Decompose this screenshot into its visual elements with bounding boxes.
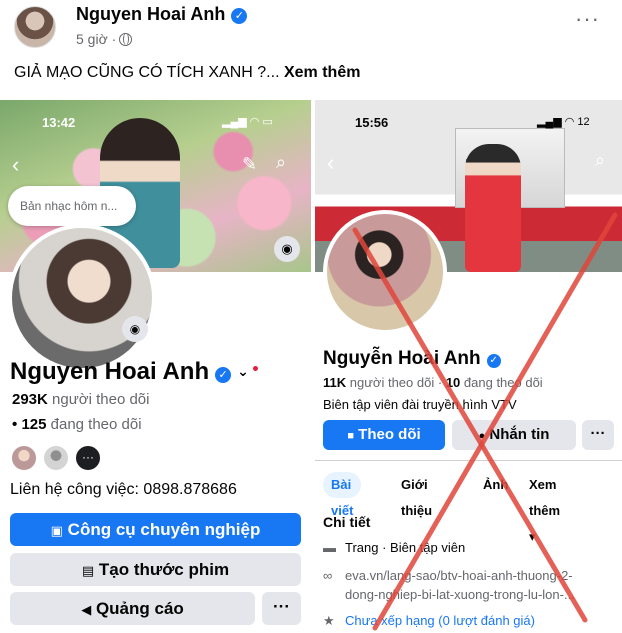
follow-button[interactable]: ■ Theo dõi: [323, 420, 445, 450]
professional-tools-button[interactable]: ▣ Công cụ chuyên nghiệp: [10, 513, 301, 546]
right-followers-label: người theo dõi: [349, 375, 435, 390]
right-following-count: 10: [445, 375, 461, 390]
ads-label: Quảng cáo: [95, 599, 184, 618]
left-avatar-camera-icon: ◉: [122, 316, 148, 342]
right-back-chevron-icon: ‹: [327, 150, 335, 175]
left-followers-label: người theo dõi: [52, 391, 150, 408]
more-friends-button[interactable]: ···: [74, 444, 102, 472]
left-more-button[interactable]: ···: [262, 592, 301, 625]
left-chevron-down-icon: ⌄: [237, 363, 249, 379]
left-back-chevron-icon: ‹: [12, 152, 20, 177]
megaphone-icon: ◀: [81, 602, 92, 617]
detail-link-continued[interactable]: dong-nghiep-bi-lat-xuong-trong-lu-lon-..…: [345, 587, 575, 602]
detail-link-text-2[interactable]: dong-nghiep-bi-lat-xuong-trong-lu-lon-..…: [345, 587, 575, 602]
right-profile-avatar: [323, 210, 447, 334]
messenger-icon: ●: [478, 430, 486, 442]
right-bio: Biên tập viên đài truyền hình VTV: [323, 397, 517, 412]
tab-photos[interactable]: Ảnh: [475, 472, 516, 498]
tab-posts[interactable]: Bài viết: [323, 472, 362, 518]
left-profile-name-text: Nguyen Hoai Anh: [10, 358, 210, 385]
right-following-prefix: ·: [437, 375, 443, 390]
detail-link-text-1[interactable]: eva.vn/lang-sao/btv-hoai-anh-thuong-2-: [345, 568, 573, 583]
left-following: • 125 đang theo dõi: [12, 416, 142, 433]
tab-see-more[interactable]: Xem thêm ▾: [521, 472, 568, 544]
left-followers-count: 293K: [12, 391, 48, 408]
star-icon: ★: [323, 613, 335, 628]
right-status-icons: ▂▄▆ ◠ 12: [537, 116, 590, 128]
right-profile-name: Nguyễn Hoài Anh ✓: [323, 348, 501, 370]
right-following-label: đang theo dõi: [463, 375, 543, 390]
left-followers: 293K người theo dõi: [12, 391, 149, 408]
left-status-time: 13:42: [42, 115, 76, 130]
right-verified-icon: ✓: [486, 354, 501, 368]
left-music-bubble: Bản nhạc hôm n...: [8, 186, 136, 226]
right-search-icon: ⌕: [595, 150, 606, 170]
verified-badge-icon: ✓: [231, 8, 248, 24]
right-cover-person: [465, 144, 521, 272]
left-profile-name: Nguyen Hoai Anh ✓ ⌄: [10, 358, 258, 386]
left-contact-line: Liên hệ công việc: 0898.878686: [10, 481, 237, 498]
author-avatar[interactable]: [14, 6, 56, 48]
professional-tools-label: Công cụ chuyên nghiệp: [67, 520, 261, 539]
create-reel-button[interactable]: ▤ Tạo thước phim: [10, 553, 301, 586]
right-profile-screenshot[interactable]: 15:56 ▂▄▆ ◠ 12 ‹ ⌕ Nguyễn Hoài Anh ✓ 11K …: [315, 100, 622, 633]
message-label: Nhắn tin: [489, 426, 550, 443]
follow-icon: ■: [347, 430, 354, 442]
ads-button[interactable]: ◀ Quảng cáo: [10, 592, 255, 625]
post-time: 5 giờ ·: [76, 31, 133, 47]
left-notification-dot: [252, 366, 258, 371]
detail-link[interactable]: ∞ eva.vn/lang-sao/btv-hoai-anh-thuong-2-: [323, 568, 573, 583]
left-status-icons: ▂▄▆ ◠ ▭: [222, 116, 273, 128]
details-title: Chi tiết: [323, 514, 371, 530]
author-name-text[interactable]: Nguyen Hoai Anh: [76, 4, 225, 24]
right-more-button[interactable]: ···: [582, 420, 614, 450]
reel-icon: ▤: [81, 563, 95, 578]
left-verified-icon: ✓: [215, 367, 232, 383]
left-cover-camera-icon: ◉: [274, 236, 300, 262]
left-following-label: đang theo dõi: [50, 416, 142, 433]
post-more-options-icon[interactable]: ···: [575, 8, 600, 30]
left-following-count: 125: [21, 416, 47, 433]
right-status-time: 15:56: [355, 115, 389, 130]
post-time-text[interactable]: 5 giờ ·: [76, 31, 116, 47]
left-search-icon: ⌕: [276, 152, 287, 172]
left-profile-avatar: [8, 224, 156, 372]
left-following-prefix: •: [12, 416, 18, 433]
post-text-content: GIẢ MẠO CŨNG CÓ TÍCH XANH ?...: [14, 64, 280, 81]
globe-icon: [119, 33, 133, 46]
detail-rating-text[interactable]: Chưa xếp hạng (0 lượt đánh giá): [345, 613, 535, 628]
detail-page-category: ▬ Trang · Biên tập viên: [323, 540, 465, 555]
detail-rating[interactable]: ★ Chưa xếp hạng (0 lượt đánh giá): [323, 613, 535, 629]
friend-avatar: [10, 444, 38, 472]
follow-label: Theo dõi: [358, 426, 421, 443]
left-profile-screenshot[interactable]: 13:42 ▂▄▆ ◠ ▭ ‹ ✎ ⌕ ◉ Bản nhạc hôm n... …: [0, 100, 311, 633]
tab-about[interactable]: Giới thiệu: [393, 472, 440, 518]
right-followers-count: 11K: [323, 375, 347, 390]
post-text: GIẢ MẠO CŨNG CÓ TÍCH XANH ?... Xem thêm: [14, 64, 360, 82]
post-header: Nguyen Hoai Anh ✓ 5 giờ · ···: [0, 0, 622, 60]
right-profile-name-text: Nguyễn Hoài Anh: [323, 348, 481, 369]
page-icon: ▬: [323, 540, 336, 555]
author-name[interactable]: Nguyen Hoai Anh ✓: [76, 4, 248, 25]
see-more-link[interactable]: Xem thêm: [284, 64, 360, 81]
left-pencil-icon: ✎: [242, 154, 258, 174]
detail-page-text: Trang · Biên tập viên: [345, 540, 466, 555]
message-button[interactable]: ● Nhắn tin: [452, 420, 576, 450]
right-stats: 11K người theo dõi · 10 đang theo dõi: [323, 375, 543, 390]
friend-avatar: [42, 444, 70, 472]
right-divider: [315, 460, 622, 461]
link-icon: ∞: [323, 568, 333, 583]
professional-tools-icon: ▣: [50, 523, 63, 538]
create-reel-label: Tạo thước phim: [98, 560, 230, 579]
